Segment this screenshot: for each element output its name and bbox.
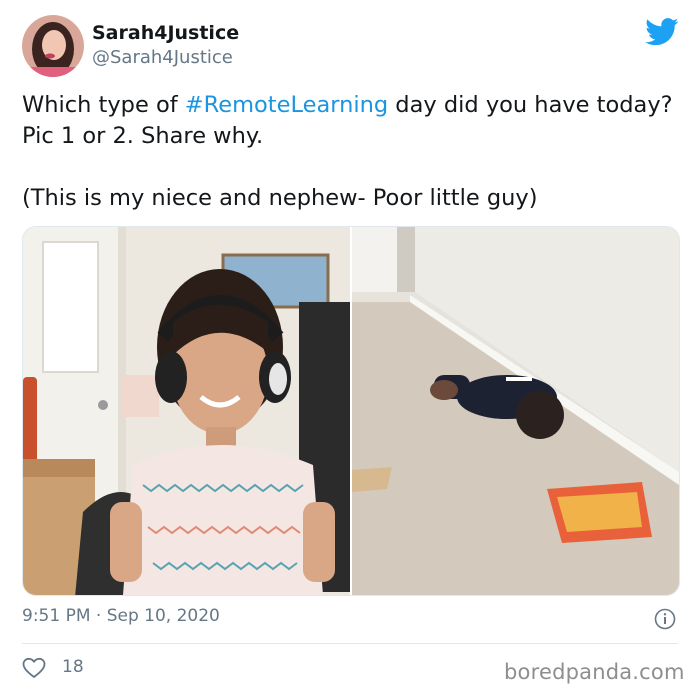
timestamp-separator: · <box>90 606 107 626</box>
tweet-paragraph-2: (This is my niece and nephew- Poor littl… <box>22 185 538 211</box>
twitter-bird-icon[interactable] <box>645 18 679 46</box>
avatar[interactable] <box>22 15 84 77</box>
tweet-date[interactable]: Sep 10, 2020 <box>107 606 220 626</box>
tweet-card: Sarah4Justice @Sarah4Justice Which type … <box>0 0 700 697</box>
display-name[interactable]: Sarah4Justice <box>92 22 239 44</box>
info-icon[interactable] <box>654 608 676 630</box>
tweet-text: Which type of #RemoteLearning day did yo… <box>22 90 682 214</box>
media-grid <box>22 226 680 596</box>
hashtag-link[interactable]: #RemoteLearning <box>185 92 388 118</box>
divider <box>22 643 678 644</box>
watermark: boredpanda.com <box>504 660 685 684</box>
photo-1[interactable] <box>23 227 350 595</box>
photo-2[interactable] <box>352 227 679 595</box>
tweet-time[interactable]: 9:51 PM <box>22 606 91 626</box>
photo-girl-headphones <box>23 227 350 595</box>
tweet-paragraph-1: Which type of #RemoteLearning day did yo… <box>22 90 682 152</box>
photo-boy-on-floor <box>352 227 679 595</box>
heart-icon[interactable] <box>22 657 46 679</box>
tweet-text-prefix: Which type of <box>22 92 185 118</box>
user-handle[interactable]: @Sarah4Justice <box>92 47 233 68</box>
avatar-image <box>22 15 84 77</box>
like-count: 18 <box>62 657 84 677</box>
tweet-timestamp: 9:51 PM · Sep 10, 2020 <box>22 606 220 626</box>
